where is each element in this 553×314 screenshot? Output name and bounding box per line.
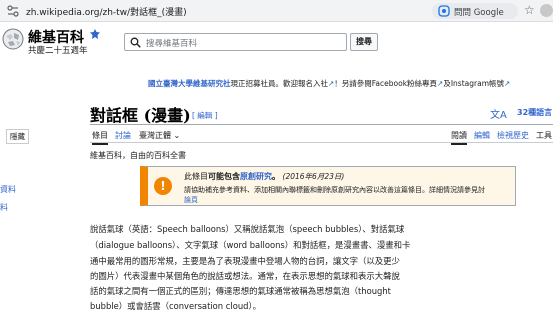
- edit-section-link[interactable]: [ 編輯 ]: [192, 110, 218, 121]
- original-research-notice: ! 此條目可能包含原創研究。 (2016年6月23日) 請協助補充參考資料、添加…: [140, 166, 516, 206]
- notice-date: (2016年6月23日): [282, 172, 345, 181]
- lens-label: 問問 Google: [454, 8, 504, 18]
- tab-history[interactable]: 檢視歷史: [497, 130, 529, 141]
- notice-body: 請協助補充參考資料、添加相關內聯標籤和刪除原創研究內容以改善這篇條目。詳細情況請…: [184, 186, 485, 194]
- paragraph-line: bubble）或會話雲（conversation cloud）。: [90, 301, 262, 311]
- paragraph-line: 的圖片）代表漫畫中某個角色的說話或想法。通常，在表示思想的氣球和表示大聲說: [90, 271, 400, 281]
- notice-title: 此條目可能包含原創研究。 (2016年6月23日): [184, 171, 344, 182]
- anniversary-badge-icon: [90, 29, 100, 39]
- instagram-link[interactable]: 及Instagram帳號: [443, 79, 504, 88]
- facebook-link[interactable]: ！另請參閱Facebook粉絲專頁: [334, 79, 437, 88]
- language-icon: 文A: [490, 110, 507, 121]
- warning-icon: !: [154, 177, 172, 195]
- variant-dropdown[interactable]: 臺灣正體 ⌄: [139, 130, 180, 141]
- chevron-down-icon: ⌄: [173, 131, 181, 140]
- search-placeholder: 搜尋維基百科: [146, 39, 198, 49]
- notice-title-bold: 可能包含: [208, 172, 240, 181]
- sidebar-link[interactable]: 料: [0, 202, 8, 213]
- hide-sidebar-button[interactable]: 隱藏: [6, 129, 29, 144]
- original-research-link[interactable]: 原創研究: [240, 172, 272, 181]
- site-tagline: 維基百科，自由的百科全書: [90, 151, 186, 160]
- wikipedia-globe-icon[interactable]: [2, 28, 24, 50]
- browser-toolbar: zh.wikipedia.org/zh-tw/對話框_(漫畫) 問問 Googl…: [0, 0, 553, 22]
- site-notice: 國立臺灣大學維基研究社現正招募社員。歡迎報名入社 ↗ ！另請參閱Facebook粉絲…: [148, 78, 510, 89]
- site-info-icon[interactable]: [6, 4, 20, 18]
- tools-menu[interactable]: 工具: [536, 130, 552, 141]
- title-divider: [90, 124, 553, 125]
- sidebar-link[interactable]: 資料: [0, 184, 16, 195]
- talk-page-link[interactable]: 論頁: [184, 195, 198, 205]
- tabs-divider: [90, 142, 553, 143]
- tab-edit[interactable]: 編輯: [474, 130, 490, 141]
- tab-talk[interactable]: 討論: [115, 130, 131, 141]
- club-link[interactable]: 國立臺灣大學維基研究社: [148, 79, 231, 88]
- profile-avatar[interactable]: [540, 4, 553, 17]
- language-button[interactable]: 32種語言: [517, 107, 552, 118]
- address-bar[interactable]: zh.wikipedia.org/zh-tw/對話框_(漫畫): [26, 5, 187, 18]
- search-input[interactable]: 搜尋維基百科: [124, 33, 347, 51]
- lens-icon: [438, 5, 450, 17]
- page-title: 對話框 (漫畫): [90, 106, 191, 125]
- notice-title-part: 此條目: [184, 172, 208, 181]
- paragraph-line: 說話氣球（英語：Speech balloons）又稱說話氣泡（speech bu…: [90, 224, 405, 234]
- anniversary-tagline: 共慶二十五週年: [28, 46, 88, 56]
- tab-read[interactable]: 閱讀: [451, 130, 467, 145]
- notice-title-period: 。: [272, 172, 280, 181]
- search-icon: [130, 37, 141, 48]
- paragraph-line: 話的氣球之間有一個正式的區別；傳達思想的氣球通常被稱為思想氣泡（thought: [90, 286, 391, 296]
- tab-article[interactable]: 條目: [92, 130, 108, 145]
- search-button[interactable]: 搜尋: [350, 33, 378, 51]
- bookmark-star-icon[interactable]: ☆: [524, 3, 535, 17]
- paragraph-line: （dialogue balloons）、文字氣球（word balloons）和…: [90, 240, 411, 250]
- variant-label: 臺灣正體: [139, 131, 171, 140]
- google-lens-button[interactable]: 問問 Google: [432, 3, 518, 19]
- paragraph-line: 通中最常用的圖形常規，主要是為了表現漫畫中登場人物的台詞，讓文字（以及更少: [90, 256, 400, 266]
- external-link-icon: ↗: [504, 79, 511, 88]
- notice-text: 現正招募社員。歡迎報名入社: [230, 79, 329, 88]
